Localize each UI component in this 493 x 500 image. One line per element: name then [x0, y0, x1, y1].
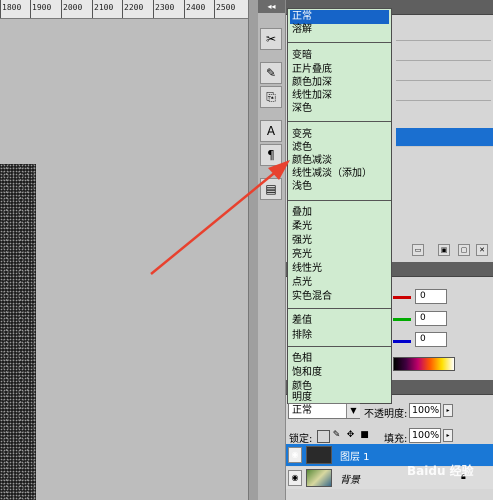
ruler-tick: 2500 — [216, 3, 236, 12]
ruler-tick: 2300 — [155, 3, 175, 12]
ruler-tick: 2100 — [94, 3, 114, 12]
blend-option[interactable]: 排除 — [290, 329, 389, 343]
ruler-tick: 1900 — [32, 3, 52, 12]
blue-value-field[interactable]: 0 — [415, 332, 447, 347]
opacity-slider-button[interactable]: ▸ — [443, 404, 453, 417]
blend-option[interactable]: 点光 — [290, 276, 389, 290]
blend-option[interactable]: 亮光 — [290, 248, 389, 262]
horizontal-ruler: 1800 1900 2000 2100 2200 2300 2400 2500 — [0, 0, 262, 19]
clone-source-icon[interactable]: ⎘ — [260, 86, 282, 108]
blend-mode-menu: 正常 溶解 变暗 正片叠底 颜色加深 线性加深 深色 变亮 滤色 颜色减淡 线性… — [287, 8, 392, 404]
navigator-panel-icon[interactable]: ▤ — [260, 178, 282, 200]
watermark: Baidu 经验 — [407, 464, 474, 478]
noise-image-layer — [0, 164, 36, 500]
fill-field[interactable]: 100% — [409, 428, 441, 443]
ruler-tick: 2200 — [124, 3, 144, 12]
blend-option[interactable]: 强光 — [290, 234, 389, 248]
green-slider[interactable] — [393, 318, 411, 321]
lock-label: 锁定: — [289, 434, 313, 445]
red-value-field[interactable]: 0 — [415, 289, 447, 304]
blend-option[interactable]: 滤色 — [290, 141, 389, 155]
blend-option[interactable]: 颜色加深 — [290, 76, 389, 90]
blend-option[interactable]: 柔光 — [290, 220, 389, 234]
menu-separator — [288, 346, 391, 347]
lock-transparent-icon[interactable] — [317, 430, 330, 443]
panel-divider — [396, 60, 491, 61]
blend-option[interactable]: 变暗 — [290, 49, 389, 63]
opacity-field[interactable]: 100% — [409, 403, 441, 418]
blend-option[interactable]: 变亮 — [290, 128, 389, 142]
blend-option[interactable]: 浅色 — [290, 180, 389, 194]
blend-option[interactable]: 线性减淡（添加） — [290, 167, 389, 181]
character-panel-icon[interactable]: A — [260, 120, 282, 142]
ruler-tick-line — [153, 0, 154, 18]
lock-brush-icon[interactable]: ✎ — [331, 430, 342, 441]
layer-thumbnail — [306, 469, 332, 487]
panel-divider — [396, 40, 491, 41]
eye-icon[interactable]: ◉ — [288, 447, 302, 463]
panel-divider — [396, 80, 491, 81]
blend-mode-value: 正常 — [292, 405, 312, 416]
lock-all-icon[interactable]: ■ — [359, 430, 370, 441]
snapshot-icon[interactable]: ▭ — [412, 244, 424, 256]
blend-option[interactable]: 明度 — [290, 393, 389, 403]
blend-option[interactable]: 叠加 — [290, 206, 389, 220]
history-selected-item[interactable] — [396, 128, 493, 147]
blend-option[interactable]: 溶解 — [290, 23, 389, 37]
ruler-tick-line — [92, 0, 93, 18]
layer-thumbnail — [306, 446, 332, 464]
menu-separator — [288, 42, 391, 43]
green-value-field[interactable]: 0 — [415, 311, 447, 326]
new-state-icon[interactable]: ▢ — [458, 244, 470, 256]
ruler-tick-line — [30, 0, 31, 18]
panel-icon-strip: ◂◂ ✂ ✎ ⎘ A ¶ ▤ — [258, 0, 286, 500]
ruler-tick-line — [184, 0, 185, 18]
ruler-tick: 2400 — [186, 3, 206, 12]
ruler-tick: 2000 — [63, 3, 83, 12]
blend-option[interactable]: 饱和度 — [290, 366, 389, 380]
document-canvas[interactable] — [0, 19, 248, 500]
lock-position-icon[interactable]: ✥ — [345, 430, 356, 441]
fill-slider-button[interactable]: ▸ — [443, 429, 453, 442]
eye-icon[interactable]: ◉ — [288, 470, 302, 486]
paragraph-panel-icon[interactable]: ¶ — [260, 144, 282, 166]
blend-option[interactable]: 深色 — [290, 102, 389, 116]
ruler-tick-line — [61, 0, 62, 18]
ruler-tick-line — [214, 0, 215, 18]
menu-separator — [288, 121, 391, 122]
blend-option[interactable]: 线性加深 — [290, 89, 389, 103]
blend-option[interactable]: 线性光 — [290, 262, 389, 276]
blend-option[interactable]: 颜色减淡 — [290, 154, 389, 168]
blend-option[interactable]: 正片叠底 — [290, 63, 389, 77]
panel-divider — [396, 100, 491, 101]
menu-separator — [288, 200, 391, 201]
blend-option[interactable]: 差值 — [290, 314, 389, 328]
color-spectrum-bar[interactable] — [393, 357, 455, 371]
new-document-icon[interactable]: ▣ — [438, 244, 450, 256]
opacity-label: 不透明度: — [364, 409, 408, 420]
blue-slider[interactable] — [393, 340, 411, 343]
tools-preset-icon[interactable]: ✂ — [260, 28, 282, 50]
layer-name[interactable]: 图层 1 — [340, 448, 370, 463]
ruler-tick: 1800 — [2, 3, 22, 12]
brush-preset-icon[interactable]: ✎ — [260, 62, 282, 84]
ruler-tick-line — [122, 0, 123, 18]
trash-icon[interactable]: ✕ — [476, 244, 488, 256]
blend-option[interactable]: 色相 — [290, 352, 389, 366]
chevron-down-icon[interactable]: ▼ — [346, 404, 360, 418]
ruler-tick-line — [0, 0, 1, 18]
blend-option[interactable]: 实色混合 — [290, 290, 389, 304]
menu-separator — [288, 308, 391, 309]
red-slider[interactable] — [393, 296, 411, 299]
blend-option[interactable]: 正常 — [290, 10, 389, 24]
layer-name[interactable]: 背景 — [340, 471, 360, 486]
fill-label: 填充: — [384, 434, 408, 445]
collapse-arrows-icon[interactable]: ◂◂ — [258, 0, 285, 13]
